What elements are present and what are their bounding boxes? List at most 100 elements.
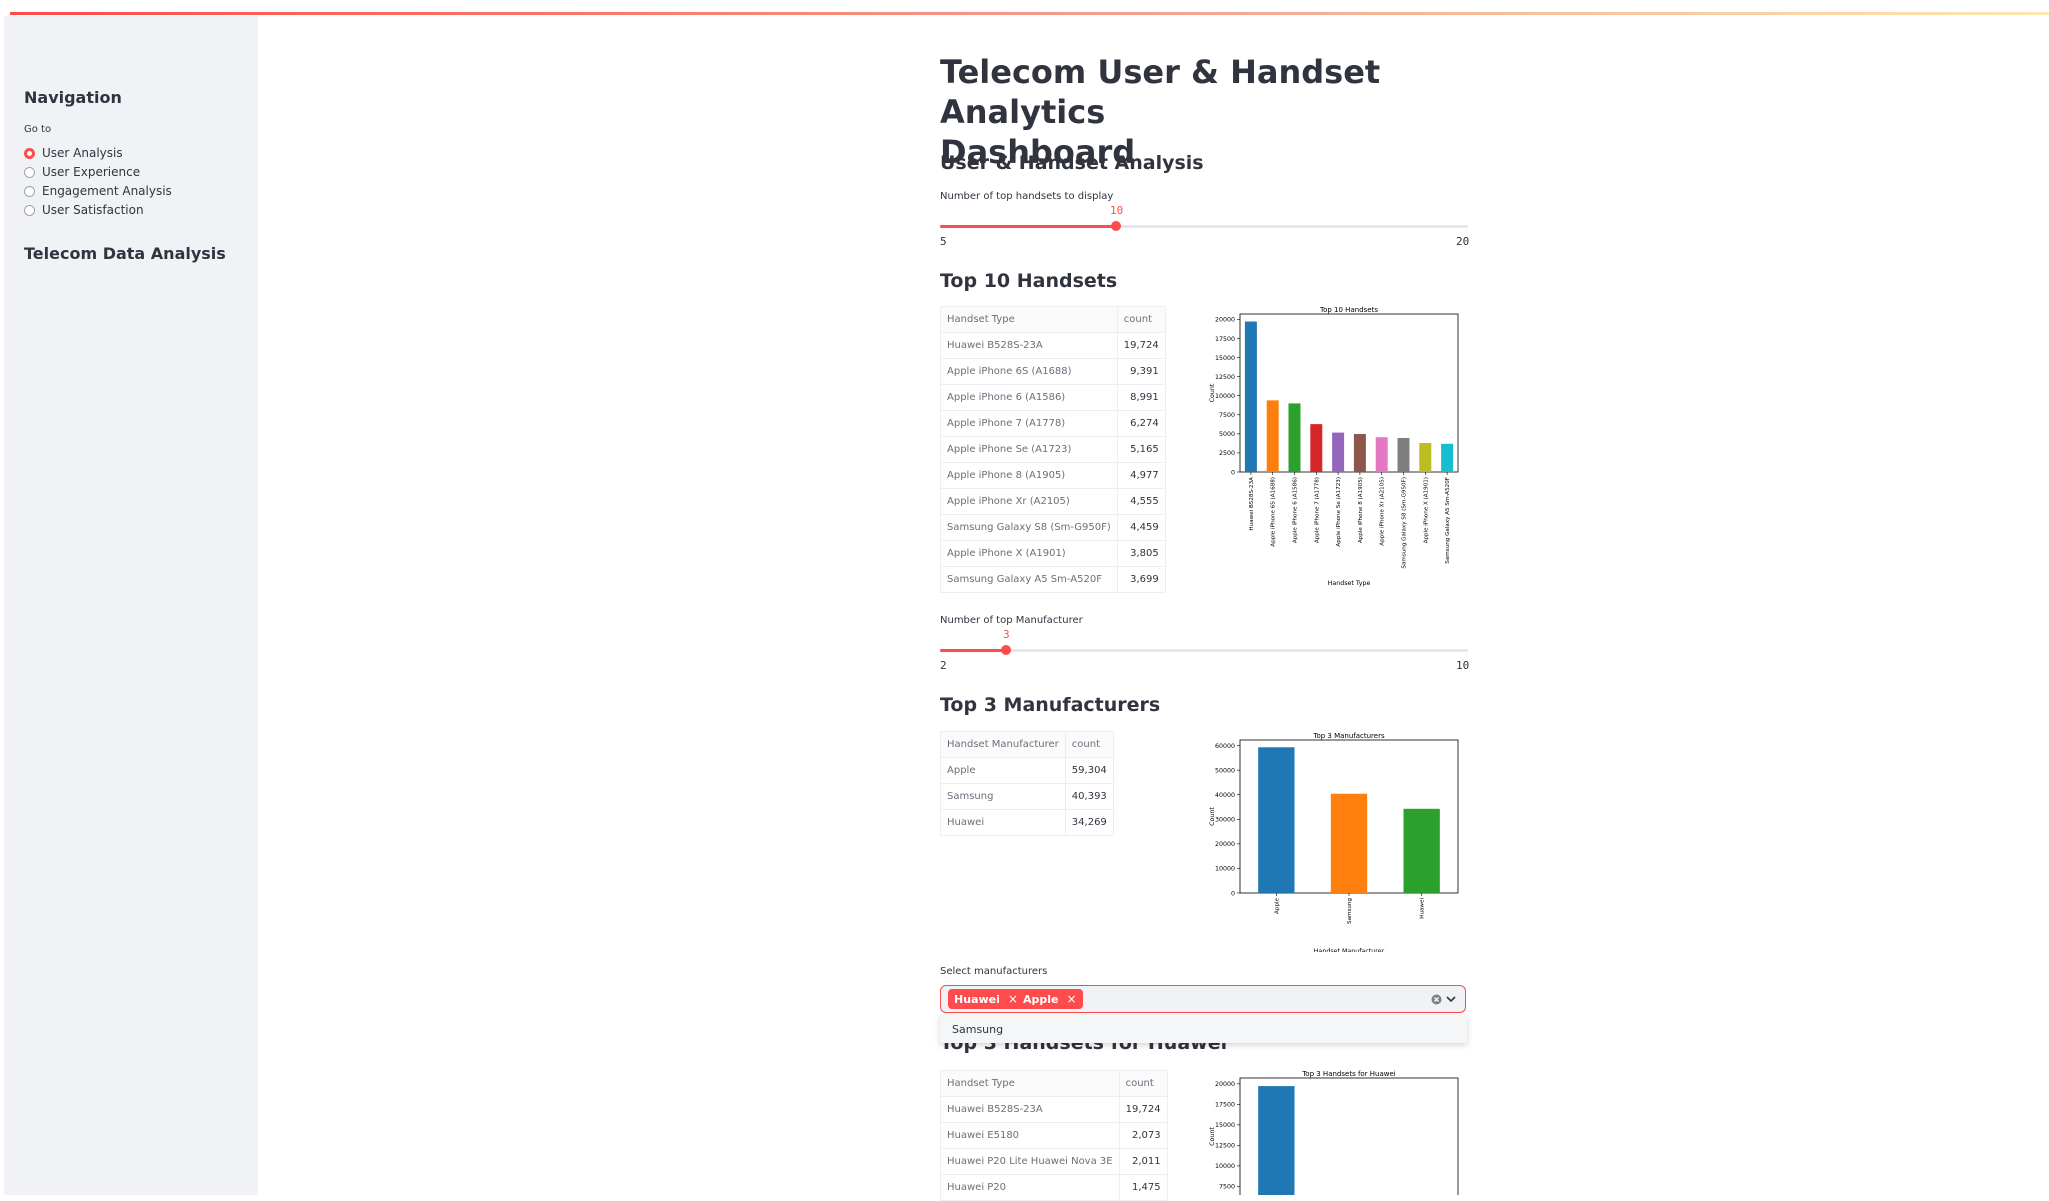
manufacturer-table: Handset Manufacturer count Apple 59,304 S… — [940, 731, 1114, 836]
handset-slider-value: 10 — [1110, 204, 1124, 217]
handset-slider-thumb[interactable] — [1111, 221, 1121, 231]
table-cell: 2,011 — [1118, 1148, 1168, 1175]
radio-user-analysis[interactable]: User Analysis — [24, 146, 123, 160]
table-header[interactable]: Handset Type — [940, 306, 1118, 333]
table-header[interactable]: Handset Type — [940, 1070, 1120, 1097]
table-row: Huawei B528S-23A 19,724 — [940, 1096, 1168, 1123]
y-tick-label: 17500 — [1215, 336, 1235, 343]
chart-bar — [1258, 747, 1295, 893]
x-tick-label: Apple — [1274, 897, 1280, 913]
table-cell: Apple iPhone 8 (A1905) — [940, 462, 1118, 489]
table-header[interactable]: count — [1118, 1070, 1168, 1097]
table-cell: Apple iPhone 6S (A1688) — [940, 358, 1118, 385]
y-tick-label: 40000 — [1215, 792, 1235, 799]
table-header[interactable]: count — [1064, 731, 1114, 758]
chart-bar — [1375, 437, 1388, 472]
table-cell: Huawei B528S-23A — [940, 332, 1118, 359]
goto-label: Go to — [24, 124, 52, 135]
table-cell: Samsung Galaxy A5 Sm-A520F — [940, 566, 1118, 593]
tag-label: Huawei — [954, 992, 1000, 1006]
remove-tag-icon[interactable]: × — [1067, 992, 1077, 1006]
table-cell: Samsung — [940, 783, 1066, 810]
top-manufacturers-chart: Top 3 Manufacturers 0 10000 20000 30000 40000… — [1209, 732, 1459, 952]
huawei-table: Handset Type count Huawei B528S-23A 19,72… — [940, 1070, 1168, 1201]
chart-bar — [1310, 424, 1323, 472]
chevron-down-icon[interactable] — [1446, 995, 1456, 1003]
manufacturer-multiselect[interactable]: Huawei × Apple × — [940, 985, 1466, 1013]
radio-engagement-analysis[interactable]: Engagement Analysis — [24, 184, 172, 198]
table-cell: 19,724 — [1118, 1096, 1168, 1123]
table-cell: 6,274 — [1116, 410, 1166, 437]
table-row: Samsung Galaxy S8 (Sm-G950F) 4,459 — [940, 514, 1166, 541]
table-row: Huawei P20 Lite Huawei Nova 3E 2,011 — [940, 1148, 1168, 1175]
table-cell: 9,391 — [1116, 358, 1166, 385]
table-row: Huawei B528S-23A 19,724 — [940, 332, 1166, 359]
table-cell: 19,724 — [1116, 332, 1166, 359]
chart-title: Top 10 Handsets — [1319, 306, 1378, 314]
huawei-handsets-chart: Top 3 Handsets for Huawei 7500 10000 12500 1… — [1209, 1070, 1459, 1195]
handset-slider[interactable] — [940, 221, 1468, 231]
x-tick-label: Samsung Galaxy A5 Sm-A520F — [1445, 477, 1451, 564]
y-tick-label: 15000 — [1215, 1122, 1235, 1129]
top-handsets-heading: Top 10 Handsets — [940, 270, 1118, 292]
radio-selected-icon[interactable] — [24, 147, 35, 159]
table-row: Huawei 34,269 — [940, 809, 1114, 836]
chart-bar — [1332, 432, 1345, 472]
y-tick-label: 20000 — [1215, 317, 1235, 324]
table-cell: Huawei E5180 — [940, 1122, 1120, 1149]
y-tick-label: 50000 — [1215, 767, 1235, 774]
dropdown-option-samsung[interactable]: Samsung — [952, 1023, 1003, 1036]
chart-title: Top 3 Manufacturers — [1312, 732, 1385, 740]
chart-bar — [1330, 793, 1368, 893]
table-header-row: Handset Type count — [940, 1070, 1168, 1097]
table-row: Apple iPhone X (A1901) 3,805 — [940, 540, 1166, 567]
table-cell: Samsung Galaxy S8 (Sm-G950F) — [940, 514, 1118, 541]
y-axis-label: Count — [1209, 1127, 1216, 1146]
table-row: Samsung Galaxy A5 Sm-A520F 3,699 — [940, 566, 1166, 593]
table-header[interactable]: count — [1116, 306, 1166, 333]
table-cell: 8,991 — [1116, 384, 1166, 411]
chart-bar — [1244, 321, 1257, 472]
table-cell: 59,304 — [1064, 757, 1114, 784]
sidebar: Navigation Go to User Analysis User Expe… — [4, 16, 258, 1195]
table-header-row: Handset Type count — [940, 306, 1166, 333]
table-cell: 3,805 — [1116, 540, 1166, 567]
table-row: Apple iPhone Se (A1723) 5,165 — [940, 436, 1166, 463]
table-row: Apple iPhone 7 (A1778) 6,274 — [940, 410, 1166, 437]
x-tick-label: Apple iPhone Se (A1723) — [1336, 477, 1342, 547]
sidebar-nav-title: Navigation — [24, 88, 122, 107]
table-cell: 2,073 — [1118, 1122, 1168, 1149]
select-manufacturers-label: Select manufacturers — [940, 966, 1048, 977]
y-axis-label: Count — [1209, 383, 1216, 402]
y-tick-label: 10000 — [1215, 393, 1235, 400]
table-header[interactable]: Handset Manufacturer — [940, 731, 1066, 758]
radio-user-satisfaction[interactable]: User Satisfaction — [24, 203, 144, 217]
table-cell: Apple iPhone Xr (A2105) — [940, 488, 1118, 515]
chart-title: Top 3 Handsets for Huawei — [1301, 1070, 1396, 1078]
chart-bar — [1353, 434, 1366, 472]
table-row: Apple iPhone Xr (A2105) 4,555 — [940, 488, 1166, 515]
manufacturer-slider[interactable] — [940, 645, 1468, 655]
selected-tag-huawei[interactable]: Huawei × — [948, 989, 1024, 1009]
table-cell: 40,393 — [1064, 783, 1114, 810]
table-row: Huawei E5180 2,073 — [940, 1122, 1168, 1149]
sidebar-section-title: Telecom Data Analysis — [24, 244, 226, 263]
chart-bar — [1419, 442, 1432, 472]
manufacturer-slider-min: 2 — [940, 659, 947, 672]
radio-user-experience[interactable]: User Experience — [24, 165, 140, 179]
x-tick-label: Huawei — [1420, 898, 1426, 919]
radio-icon[interactable] — [24, 166, 35, 178]
table-cell: Huawei P20 — [940, 1174, 1120, 1201]
radio-icon[interactable] — [24, 204, 35, 216]
chart-bar — [1288, 403, 1301, 472]
clear-all-icon[interactable] — [1431, 994, 1442, 1005]
selected-tag-apple[interactable]: Apple × — [1017, 989, 1083, 1009]
manufacturer-slider-max: 10 — [1456, 659, 1470, 672]
x-tick-label: Apple iPhone 7 (A1778) — [1314, 477, 1320, 543]
manufacturer-slider-thumb[interactable] — [1001, 645, 1011, 655]
radio-icon[interactable] — [24, 185, 35, 197]
table-cell: Apple iPhone 6 (A1586) — [940, 384, 1118, 411]
page-title-line-1: Telecom User & Handset Analytics — [940, 53, 1381, 131]
multiselect-dropdown: Samsung — [940, 1015, 1467, 1043]
y-tick-label: 7500 — [1219, 1184, 1235, 1191]
